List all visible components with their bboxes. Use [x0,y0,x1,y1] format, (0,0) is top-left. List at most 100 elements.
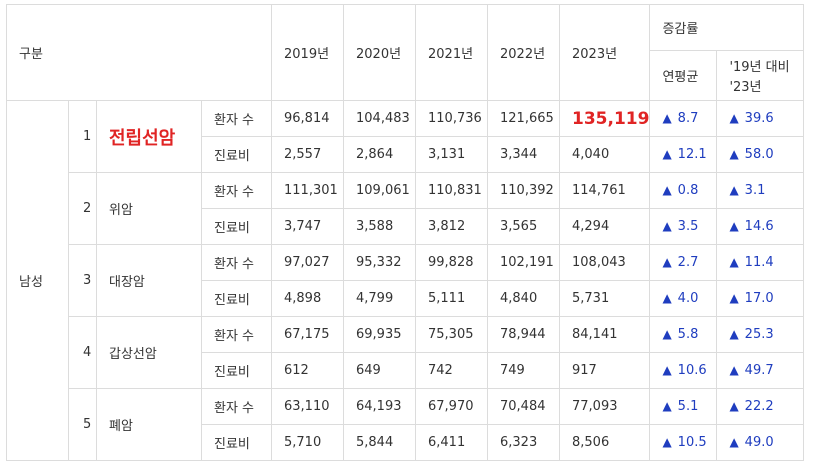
annual-growth-value: 10.6 [677,363,707,378]
header-compare-line2: '23년 [729,79,762,95]
annual-growth-value: 8.7 [677,111,699,126]
metric-label: 환자 수 [201,316,272,353]
up-triangle-icon: ▲ [729,183,739,197]
compare-growth-cell: ▲ 49.7 [716,352,805,389]
cancer-name: 폐암 [96,388,202,461]
value-cell: 63,110 [271,388,344,425]
annual-growth-cell: ▲ 5.1 [649,388,718,425]
cancer-rank: 1 [68,100,97,173]
compare-growth-value: 58.0 [744,147,774,162]
up-triangle-icon: ▲ [662,291,672,305]
cancer-rank: 5 [68,388,97,461]
compare-growth-cell: ▲ 22.2 [716,388,805,425]
up-triangle-icon: ▲ [729,363,739,377]
cancer-rank: 3 [68,244,97,317]
value-cell: 84,141 [558,316,651,353]
up-triangle-icon: ▲ [662,219,672,233]
up-triangle-icon: ▲ [729,219,739,233]
header-category: 구분 [6,4,272,101]
annual-growth-value: 4.0 [677,291,699,306]
header-growth-rate: 증감률 [649,4,805,51]
compare-growth-value: 3.1 [744,183,766,198]
annual-growth-cell: ▲ 10.6 [649,352,718,389]
up-triangle-icon: ▲ [662,111,672,125]
compare-growth-value: 11.4 [744,255,774,270]
value-cell: 78,944 [487,316,560,353]
value-cell: 3,565 [487,208,560,245]
up-triangle-icon: ▲ [662,147,672,161]
table-row: 3 대장암 환자 수 97,027 95,332 99,828 102,191 108,043… [7,244,805,317]
cancer-rank: 4 [68,316,97,389]
metric-label: 진료비 [201,208,272,245]
value-cell: 3,344 [487,136,560,173]
metric-label: 환자 수 [201,172,272,209]
compare-growth-cell: ▲ 58.0 [716,136,805,173]
compare-growth-cell: ▲ 39.6 [716,100,805,137]
compare-growth-cell: ▲ 14.6 [716,208,805,245]
metric-label: 진료비 [201,136,272,173]
up-triangle-icon: ▲ [729,111,739,125]
annual-growth-value: 10.5 [677,435,707,450]
cancer-rank: 2 [68,172,97,245]
metric-label: 진료비 [201,424,272,461]
annual-growth-cell: ▲ 2.7 [649,244,718,281]
annual-growth-value: 5.8 [677,327,699,342]
value-cell: 104,483 [343,100,416,137]
cancer-statistics-table: 구분 2019년 2020년 2021년 2022년 2023년 증감률 연평균… [6,4,805,461]
compare-growth-value: 25.3 [744,327,774,342]
annual-growth-value: 5.1 [677,399,699,414]
up-triangle-icon: ▲ [662,327,672,341]
value-cell: 5,111 [415,280,488,317]
header-year-2023: 2023년 [558,4,651,101]
table-row: 남성 1 전립선암 환자 수 96,814 104,483 110,736 121,665 13… [6,100,805,461]
value-cell: 110,392 [487,172,560,209]
header-year-2020: 2020년 [343,4,416,101]
value-cell: 111,301 [271,172,344,209]
value-cell: 96,814 [271,100,344,137]
value-cell: 6,411 [415,424,488,461]
cancer-name: 대장암 [96,244,202,317]
annual-growth-cell: ▲ 12.1 [649,136,718,173]
table-row: 5 폐암 환자 수 63,110 64,193 67,970 70,484 77,093 ▲ 5.… [7,388,805,461]
table-header: 구분 2019년 2020년 2021년 2022년 2023년 증감률 연평균… [6,4,805,101]
value-cell: 749 [487,352,560,389]
up-triangle-icon: ▲ [662,363,672,377]
up-triangle-icon: ▲ [662,255,672,269]
up-triangle-icon: ▲ [729,435,739,449]
value-cell: 742 [415,352,488,389]
value-cell: 121,665 [487,100,560,137]
up-triangle-icon: ▲ [662,399,672,413]
value-cell: 2,864 [343,136,416,173]
header-annual-average: 연평균 [649,50,718,101]
value-cell: 75,305 [415,316,488,353]
value-cell: 69,935 [343,316,416,353]
table-row: 2 위암 환자 수 111,301 109,061 110,831 110,392 114,7… [7,172,805,245]
annual-growth-cell: ▲ 4.0 [649,280,718,317]
compare-growth-value: 39.6 [744,111,774,126]
cancer-name: 전립선암 [96,100,202,173]
value-cell: 99,828 [415,244,488,281]
value-cell: 917 [558,352,651,389]
value-cell: 102,191 [487,244,560,281]
annual-growth-cell: ▲ 3.5 [649,208,718,245]
value-cell: 114,761 [558,172,651,209]
value-cell: 70,484 [487,388,560,425]
value-cell: 64,193 [343,388,416,425]
annual-growth-cell: ▲ 0.8 [649,172,718,209]
compare-growth-cell: ▲ 3.1 [716,172,805,209]
value-cell: 3,131 [415,136,488,173]
value-cell: 3,747 [271,208,344,245]
compare-growth-cell: ▲ 49.0 [716,424,805,461]
cancer-name: 위암 [96,172,202,245]
value-cell: 6,323 [487,424,560,461]
compare-growth-value: 49.0 [744,435,774,450]
value-cell: 5,731 [558,280,651,317]
value-cell: 4,799 [343,280,416,317]
value-cell: 109,061 [343,172,416,209]
value-cell: 77,093 [558,388,651,425]
value-cell: 3,588 [343,208,416,245]
value-cell: 4,840 [487,280,560,317]
compare-growth-value: 17.0 [744,291,774,306]
annual-growth-value: 3.5 [677,219,699,234]
compare-growth-value: 22.2 [744,399,774,414]
